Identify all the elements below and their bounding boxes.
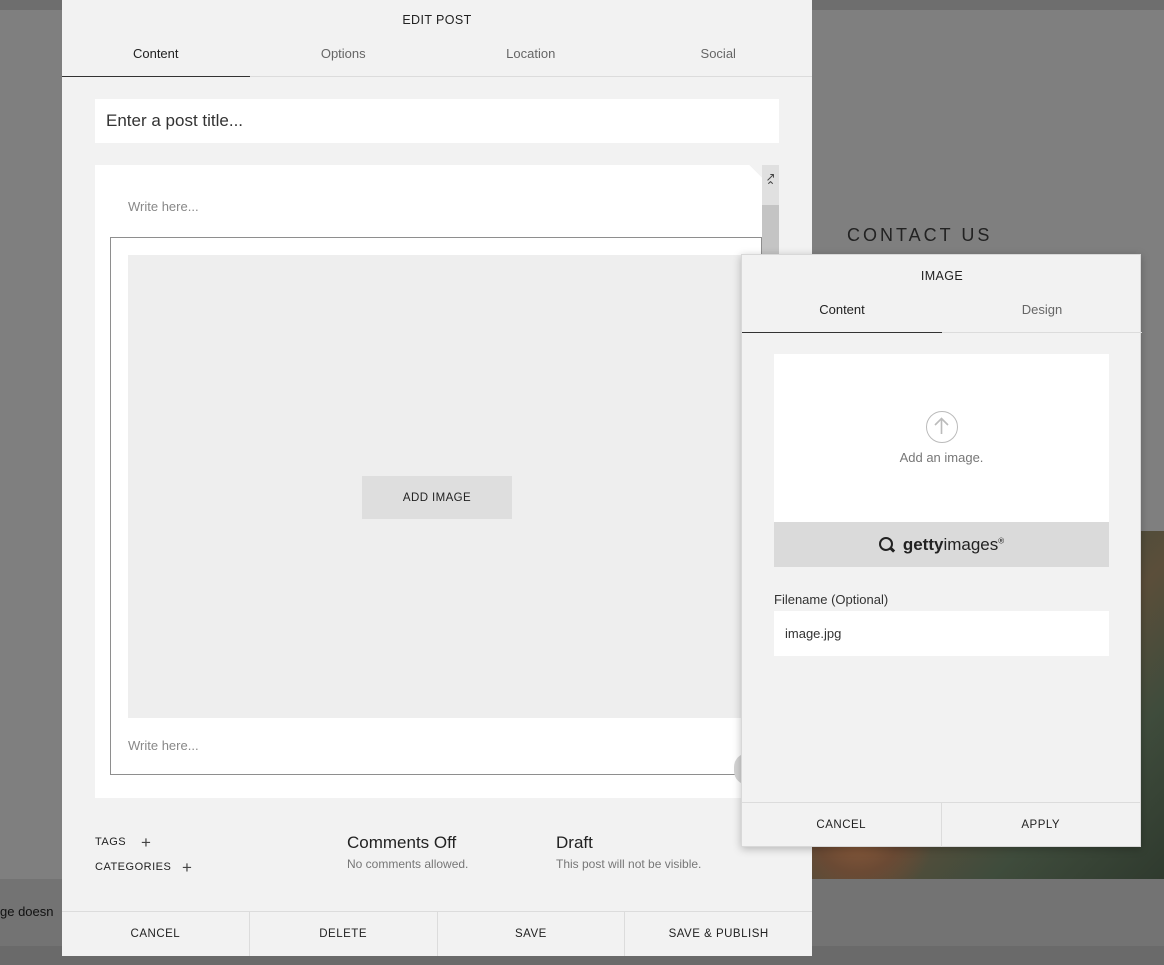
tab-content[interactable]: Content — [62, 35, 250, 77]
background-footer-text: ge doesn — [0, 904, 54, 919]
image-upload-area[interactable]: Add an image. — [774, 354, 1109, 522]
add-category-plus-icon[interactable]: + — [182, 859, 192, 876]
status-sub: This post will not be visible. — [556, 857, 702, 871]
edit-post-modal: EDIT POST Content Options Location Socia… — [62, 0, 812, 956]
modal-title: EDIT POST — [402, 13, 472, 27]
image-apply-button[interactable]: APPLY — [942, 803, 1141, 847]
search-icon — [878, 536, 895, 553]
tab-image-design[interactable]: Design — [942, 291, 1142, 332]
categories-label: CATEGORIES — [95, 861, 172, 873]
tab-image-content[interactable]: Content — [742, 291, 942, 333]
write-here-bottom[interactable]: Write here... — [128, 738, 199, 753]
add-tag-plus-icon[interactable]: + — [141, 834, 151, 851]
image-panel-title: IMAGE — [920, 269, 964, 283]
comments-heading[interactable]: Comments Off — [347, 833, 456, 853]
status-heading[interactable]: Draft — [556, 833, 593, 853]
image-panel: IMAGE Content Design Add an image. getty… — [741, 254, 1142, 847]
post-title-input[interactable] — [95, 99, 779, 143]
image-cancel-button[interactable]: CANCEL — [742, 803, 942, 847]
filename-input[interactable] — [774, 611, 1109, 656]
add-image-text: Add an image. — [899, 450, 984, 465]
cancel-button[interactable]: CANCEL — [62, 912, 250, 956]
getty-images-search-button[interactable]: gettyimages® — [774, 522, 1109, 567]
tab-options[interactable]: Options — [250, 35, 438, 76]
save-button[interactable]: SAVE — [438, 912, 626, 956]
tab-location[interactable]: Location — [437, 35, 625, 76]
filename-label: Filename (Optional) — [774, 592, 889, 607]
comments-sub: No comments allowed. — [347, 857, 469, 871]
edit-post-tabs: Content Options Location Social — [62, 35, 812, 77]
save-publish-button[interactable]: SAVE & PUBLISH — [625, 912, 812, 956]
delete-button[interactable]: DELETE — [250, 912, 438, 956]
image-panel-footer: CANCEL APPLY — [742, 802, 1140, 847]
getty-images-logo: gettyimages® — [902, 534, 1005, 554]
image-panel-tabs: Content Design — [742, 291, 1142, 333]
tab-social[interactable]: Social — [625, 35, 813, 76]
add-image-button[interactable]: ADD IMAGE — [362, 476, 512, 519]
contact-heading: CONTACT US — [847, 225, 993, 245]
image-block[interactable]: ADD IMAGE Write here... — [110, 237, 763, 775]
write-here-top[interactable]: Write here... — [128, 199, 199, 214]
chevron-up-icon[interactable]: ⌃ — [762, 180, 779, 192]
upload-arrow-icon — [926, 411, 958, 443]
edit-post-footer: CANCEL DELETE SAVE SAVE & PUBLISH — [62, 911, 812, 956]
image-placeholder: ADD IMAGE — [128, 255, 763, 718]
tags-label: TAGS — [95, 836, 127, 848]
editor-scrollbar-thumb[interactable] — [762, 205, 779, 255]
